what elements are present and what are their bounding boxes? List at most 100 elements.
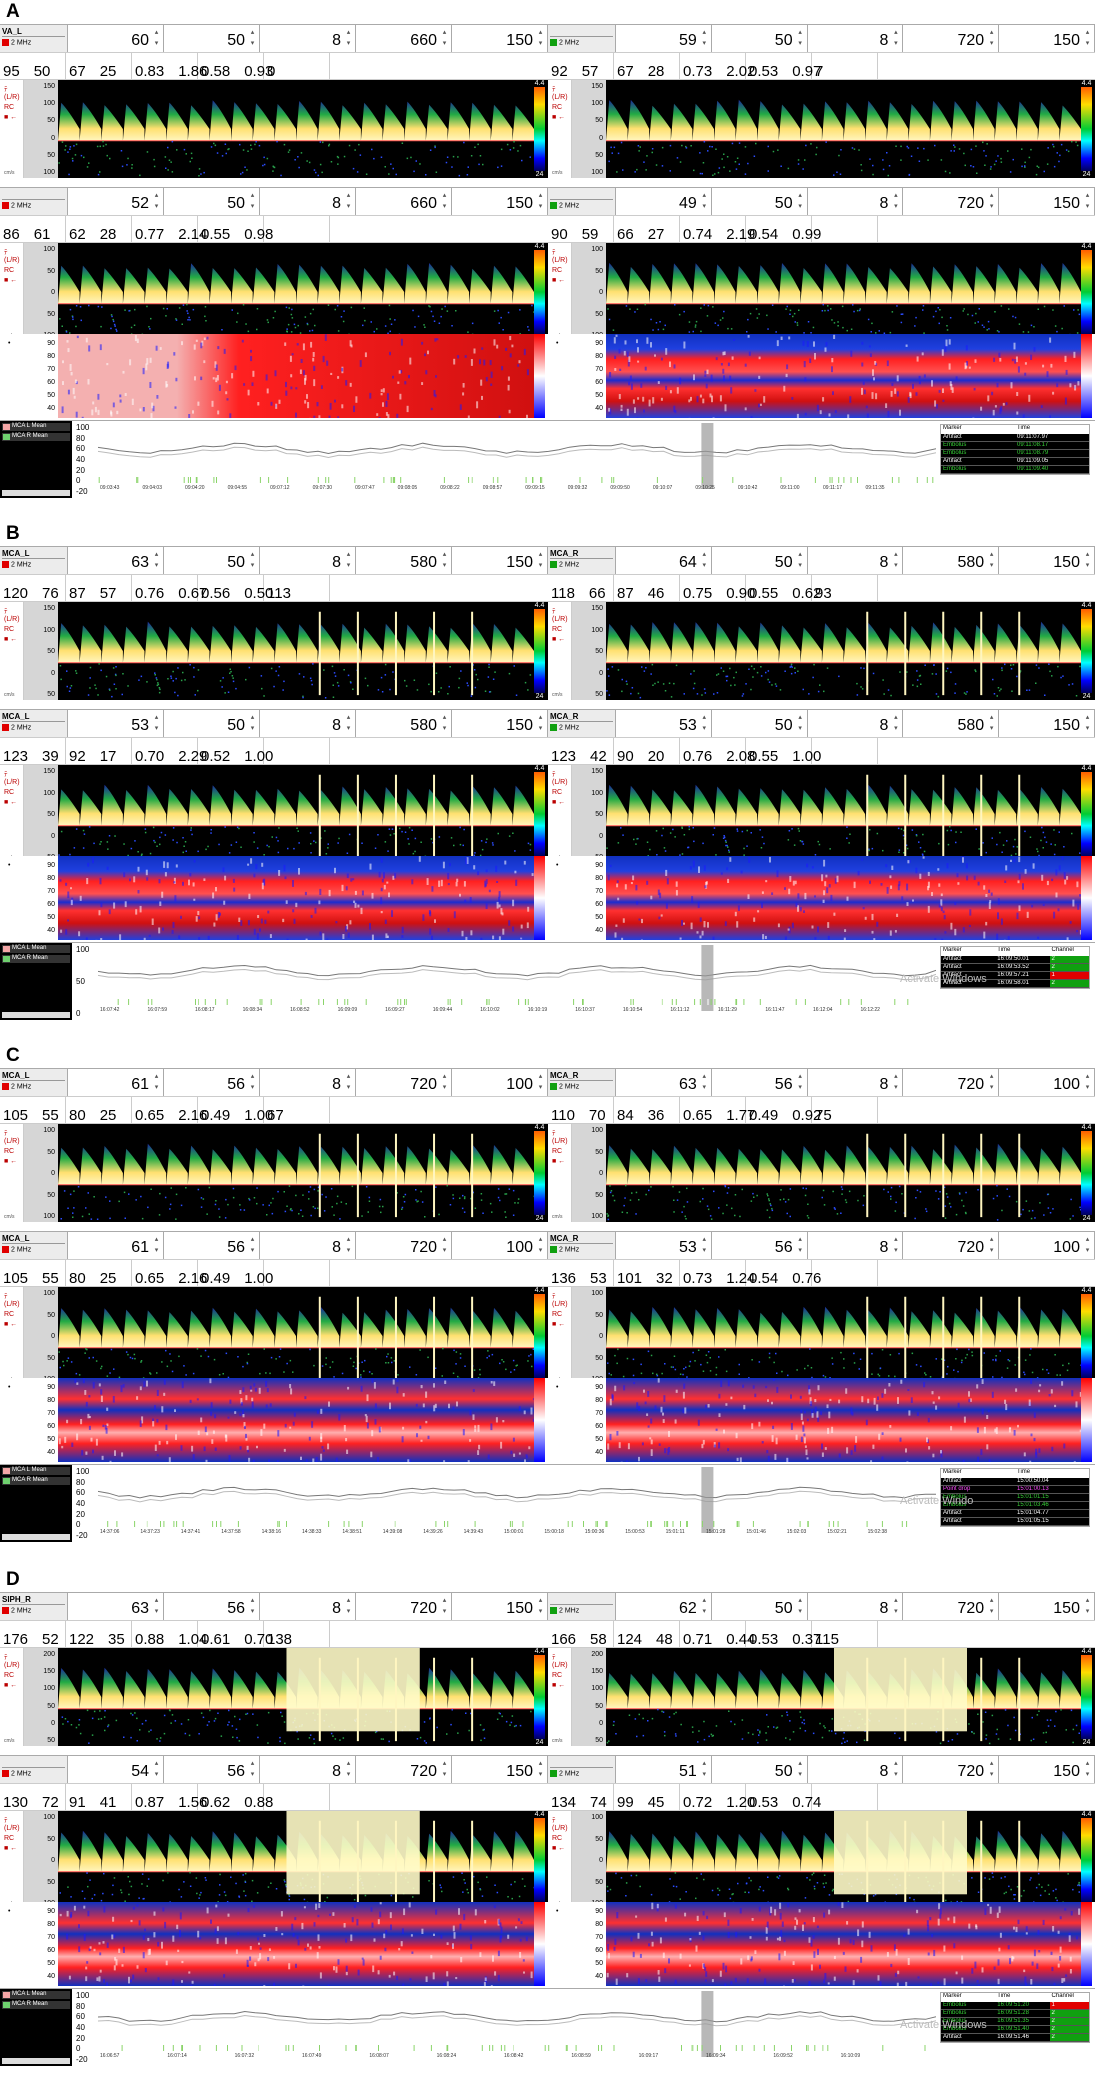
- sample-volume-spinner[interactable]: 49 ▴ ▾: [616, 188, 712, 215]
- gain-spinner[interactable]: 8 ▴ ▾: [260, 1069, 356, 1096]
- power-spinner[interactable]: 580 ▴ ▾: [356, 710, 452, 737]
- frequency-select[interactable]: 2 MHz: [550, 724, 613, 731]
- up-down-arrow-icon[interactable]: ▴ ▾: [248, 1071, 257, 1093]
- power-spinner[interactable]: 660 ▴ ▾: [356, 25, 452, 52]
- up-down-arrow-icon[interactable]: ▴ ▾: [1083, 712, 1092, 734]
- sample-volume-spinner[interactable]: 53 ▴ ▾: [68, 710, 164, 737]
- channel-selector[interactable]: 2 MHz: [548, 1593, 616, 1620]
- marker-row[interactable]: Artifact 15:00:50.04: [941, 1478, 1089, 1486]
- up-down-arrow-icon[interactable]: ▴ ▾: [344, 1071, 353, 1093]
- up-down-arrow-icon[interactable]: ▴ ▾: [344, 712, 353, 734]
- scale-spinner[interactable]: 150 ▴ ▾: [999, 25, 1095, 52]
- sample-volume-spinner[interactable]: 63 ▴ ▾: [616, 1069, 712, 1096]
- power-spinner[interactable]: 720 ▴ ▾: [356, 1593, 452, 1620]
- marker-row[interactable]: Embolus 09:11:08.79: [941, 450, 1089, 458]
- up-down-arrow-icon[interactable]: ▴ ▾: [700, 1595, 709, 1617]
- up-down-arrow-icon[interactable]: ▴ ▾: [796, 549, 805, 571]
- channel-selector[interactable]: 2 MHz: [0, 188, 68, 215]
- power-spinner[interactable]: 580 ▴ ▾: [903, 547, 1000, 574]
- marker-row[interactable]: Artifact 16:09:53.52 2: [941, 964, 1089, 972]
- up-down-arrow-icon[interactable]: ▴ ▾: [440, 549, 449, 571]
- up-down-arrow-icon[interactable]: ▴ ▾: [987, 190, 996, 212]
- up-down-arrow-icon[interactable]: ▴ ▾: [344, 27, 353, 49]
- legend-item[interactable]: MCA L Mean: [2, 423, 70, 431]
- marker-table-col[interactable]: Marker: [941, 947, 995, 956]
- channel-selector[interactable]: MCA_L 2 MHz: [0, 547, 68, 574]
- time-cursor[interactable]: [701, 1467, 714, 1533]
- up-down-arrow-icon[interactable]: ▴ ▾: [987, 1234, 996, 1256]
- up-down-arrow-icon[interactable]: ▴ ▾: [987, 1595, 996, 1617]
- gain-spinner[interactable]: 8 ▴ ▾: [260, 25, 356, 52]
- depth-spinner[interactable]: 56 ▴ ▾: [711, 1069, 808, 1096]
- depth-spinner[interactable]: 50 ▴ ▾: [711, 25, 808, 52]
- marker-row[interactable]: Artifact 15:01:05.15: [941, 1518, 1089, 1526]
- up-down-arrow-icon[interactable]: ▴ ▾: [1083, 190, 1092, 212]
- up-down-arrow-icon[interactable]: ▴ ▾: [891, 190, 900, 212]
- up-down-arrow-icon[interactable]: ▴ ▾: [152, 1234, 161, 1256]
- legend-item[interactable]: MCA R Mean: [2, 955, 70, 963]
- sample-volume-spinner[interactable]: 59 ▴ ▾: [616, 25, 712, 52]
- up-down-arrow-icon[interactable]: ▴ ▾: [152, 712, 161, 734]
- legend-scrollbar[interactable]: [2, 490, 70, 496]
- frequency-select[interactable]: 2 MHz: [2, 561, 65, 568]
- up-down-arrow-icon[interactable]: ▴ ▾: [796, 1071, 805, 1093]
- marker-row[interactable]: Embolus 09:11:09.40: [941, 466, 1089, 474]
- marker-row[interactable]: Embolus 09:11:08.17: [941, 442, 1089, 450]
- up-down-arrow-icon[interactable]: ▴ ▾: [891, 27, 900, 49]
- up-down-arrow-icon[interactable]: ▴ ▾: [440, 27, 449, 49]
- up-down-arrow-icon[interactable]: ▴ ▾: [700, 712, 709, 734]
- depth-spinner[interactable]: 50 ▴ ▾: [711, 188, 808, 215]
- sample-volume-spinner[interactable]: 62 ▴ ▾: [616, 1593, 712, 1620]
- up-down-arrow-icon[interactable]: ▴ ▾: [440, 190, 449, 212]
- sample-volume-spinner[interactable]: 63 ▴ ▾: [68, 547, 164, 574]
- frequency-select[interactable]: 2 MHz: [550, 1607, 613, 1614]
- up-down-arrow-icon[interactable]: ▴ ▾: [891, 1071, 900, 1093]
- depth-spinner[interactable]: 50 ▴ ▾: [711, 1593, 808, 1620]
- gain-spinner[interactable]: 8 ▴ ▾: [260, 710, 356, 737]
- channel-selector[interactable]: MCA_R 2 MHz: [548, 710, 616, 737]
- depth-spinner[interactable]: 56 ▴ ▾: [711, 1232, 808, 1259]
- up-down-arrow-icon[interactable]: ▴ ▾: [248, 190, 257, 212]
- frequency-select[interactable]: 2 MHz: [550, 202, 613, 209]
- sample-volume-spinner[interactable]: 52 ▴ ▾: [68, 188, 164, 215]
- legend-scrollbar[interactable]: [2, 1534, 70, 1540]
- up-down-arrow-icon[interactable]: ▴ ▾: [440, 1595, 449, 1617]
- time-cursor[interactable]: [701, 423, 714, 489]
- power-spinner[interactable]: 720 ▴ ▾: [903, 1232, 1000, 1259]
- up-down-arrow-icon[interactable]: ▴ ▾: [796, 190, 805, 212]
- up-down-arrow-icon[interactable]: ▴ ▾: [536, 27, 545, 49]
- gain-spinner[interactable]: 8 ▴ ▾: [807, 188, 904, 215]
- up-down-arrow-icon[interactable]: ▴ ▾: [700, 190, 709, 212]
- scale-spinner[interactable]: 150 ▴ ▾: [999, 1593, 1095, 1620]
- up-down-arrow-icon[interactable]: ▴ ▾: [440, 712, 449, 734]
- up-down-arrow-icon[interactable]: ▴ ▾: [536, 549, 545, 571]
- marker-row[interactable]: Artifact 16:09:50.01 2: [941, 956, 1089, 964]
- sample-volume-spinner[interactable]: 64 ▴ ▾: [616, 547, 712, 574]
- power-spinner[interactable]: 720 ▴ ▾: [356, 1232, 452, 1259]
- up-down-arrow-icon[interactable]: ▴ ▾: [248, 1234, 257, 1256]
- up-down-arrow-icon[interactable]: ▴ ▾: [536, 1234, 545, 1256]
- frequency-select[interactable]: 2 MHz: [2, 1246, 65, 1253]
- frequency-select[interactable]: 2 MHz: [2, 1607, 65, 1614]
- up-down-arrow-icon[interactable]: ▴ ▾: [152, 1595, 161, 1617]
- up-down-arrow-icon[interactable]: ▴ ▾: [700, 1071, 709, 1093]
- gain-spinner[interactable]: 8 ▴ ▾: [807, 710, 904, 737]
- up-down-arrow-icon[interactable]: ▴ ▾: [248, 27, 257, 49]
- up-down-arrow-icon[interactable]: ▴ ▾: [152, 190, 161, 212]
- frequency-select[interactable]: 2 MHz: [2, 1083, 65, 1090]
- scale-spinner[interactable]: 150 ▴ ▾: [452, 547, 548, 574]
- gain-spinner[interactable]: 8 ▴ ▾: [807, 1593, 904, 1620]
- up-down-arrow-icon[interactable]: ▴ ▾: [440, 1234, 449, 1256]
- sample-volume-spinner[interactable]: 61 ▴ ▾: [68, 1232, 164, 1259]
- channel-selector[interactable]: MCA_L 2 MHz: [0, 710, 68, 737]
- marker-table-col[interactable]: Channel: [1050, 947, 1089, 956]
- gain-spinner[interactable]: 8 ▴ ▾: [260, 1232, 356, 1259]
- up-down-arrow-icon[interactable]: ▴ ▾: [987, 549, 996, 571]
- up-down-arrow-icon[interactable]: ▴ ▾: [536, 190, 545, 212]
- sample-volume-spinner[interactable]: 53 ▴ ▾: [616, 1232, 712, 1259]
- power-spinner[interactable]: 720 ▴ ▾: [903, 1069, 1000, 1096]
- gain-spinner[interactable]: 8 ▴ ▾: [807, 1232, 904, 1259]
- scale-spinner[interactable]: 150 ▴ ▾: [999, 710, 1095, 737]
- marker-table-col[interactable]: Time: [1015, 425, 1089, 434]
- gain-spinner[interactable]: 8 ▴ ▾: [260, 547, 356, 574]
